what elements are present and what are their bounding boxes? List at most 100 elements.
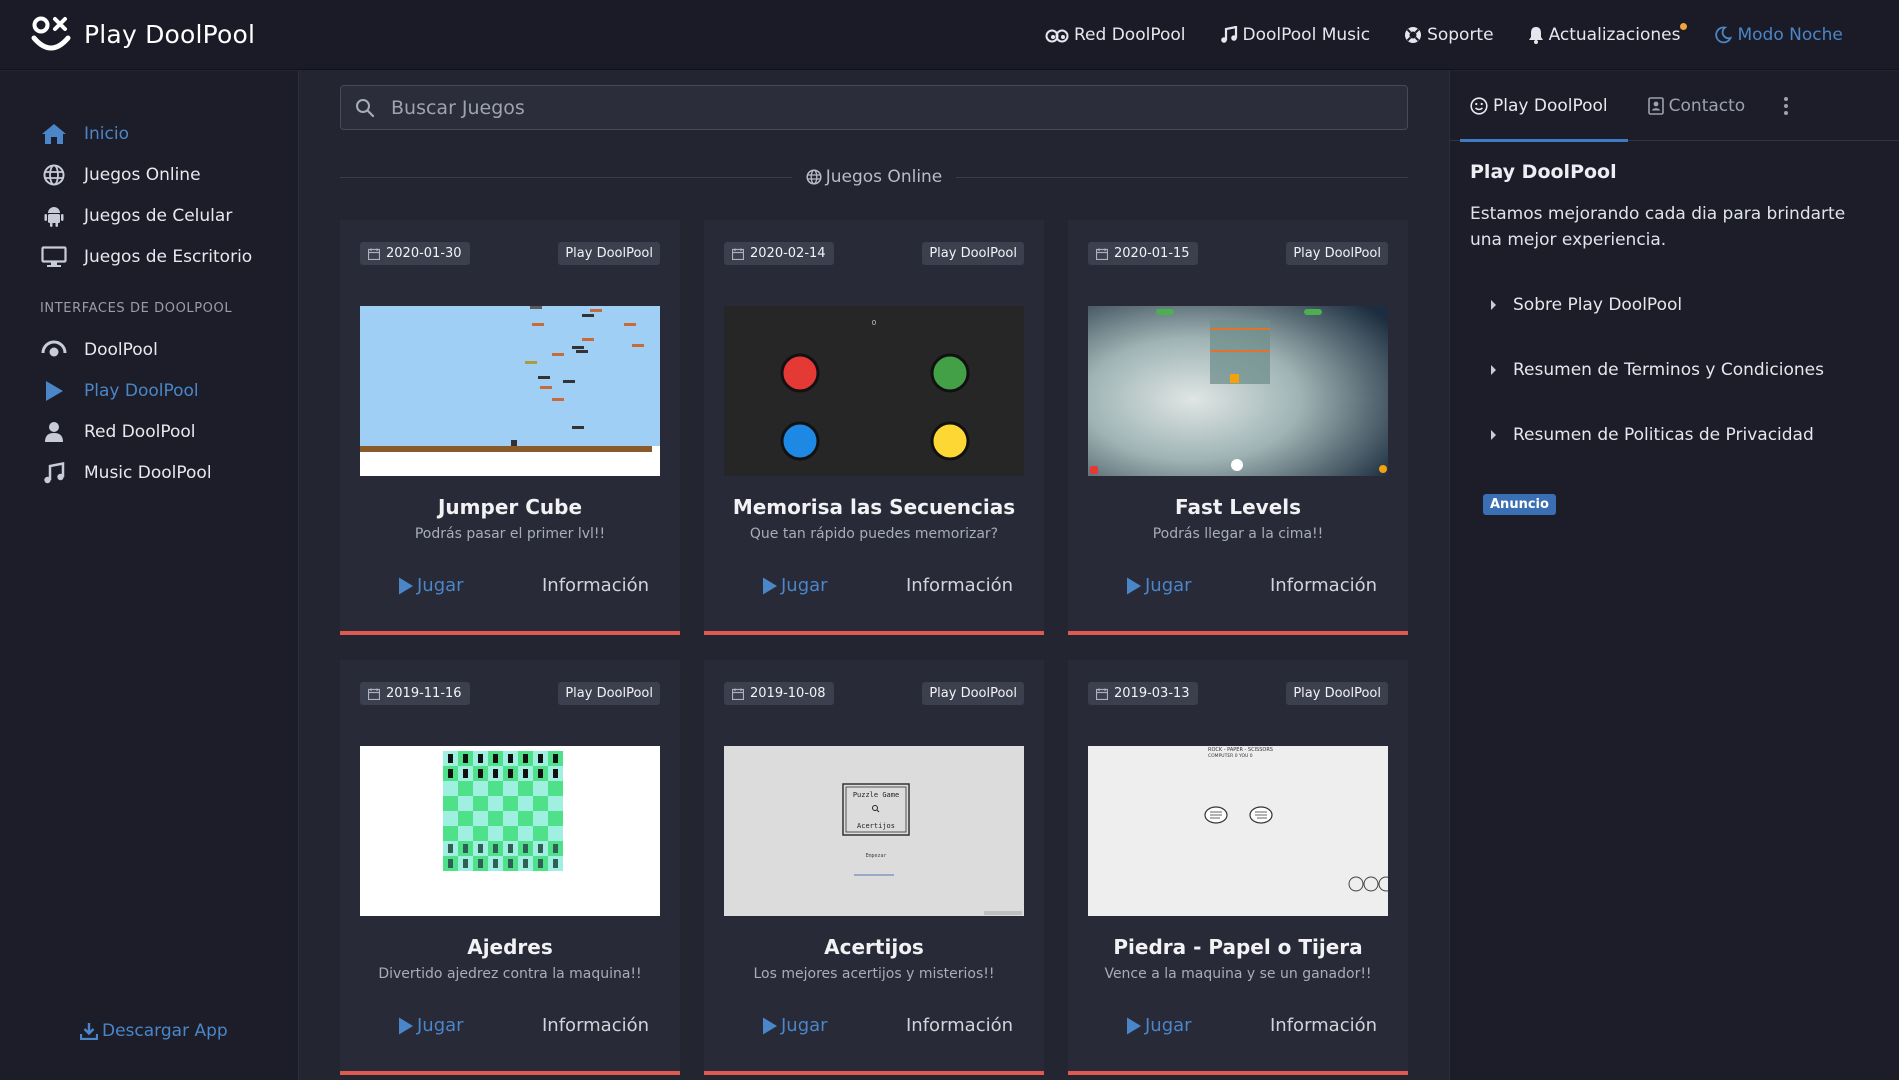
play-icon [40, 378, 68, 404]
game-card: 2020-01-30 Play DoolPool Jumper Cube Pod… [340, 220, 680, 635]
info-button[interactable]: Información [906, 1015, 1013, 1036]
home-icon [40, 121, 68, 147]
game-thumbnail[interactable]: Puzzle Game Acertijos Empezar [724, 746, 1024, 916]
info-button[interactable]: Información [1270, 1015, 1377, 1036]
date-badge: 2020-01-15 [1088, 242, 1198, 265]
play-button[interactable]: Jugar [762, 1015, 828, 1036]
puzzle-title: Puzzle Game [853, 791, 899, 799]
game-description: Los mejores acertijos y misterios!! [753, 966, 995, 982]
brand[interactable]: Play DoolPool [30, 14, 255, 56]
section-title-text: Juegos Online [825, 167, 943, 187]
info-button[interactable]: Información [1270, 575, 1377, 596]
contact-icon [1647, 96, 1664, 115]
topnav-red-doolpool[interactable]: Red DoolPool [1045, 25, 1186, 45]
panel-title: Play DoolPool [1470, 161, 1617, 183]
caret-right-icon [1491, 430, 1496, 440]
topnav-modo-noche[interactable]: Modo Noche [1714, 25, 1843, 45]
sidebar-item-juegos-de-celular[interactable]: Juegos de Celular [0, 195, 298, 236]
topnav-actualizaciones[interactable]: Actualizaciones [1528, 23, 1688, 45]
play-button[interactable]: Jugar [1126, 575, 1192, 596]
play-button[interactable]: Jugar [1126, 1015, 1192, 1036]
play-label: Jugar [417, 575, 464, 596]
game-thumbnail[interactable] [360, 306, 660, 476]
game-title: Jumper Cube [437, 495, 583, 519]
tab-play-doolpool[interactable]: Play DoolPool [1450, 71, 1628, 142]
sidebar-item-music-doolpool[interactable]: Music DoolPool [0, 452, 298, 493]
tab-contacto[interactable]: Contacto [1628, 71, 1766, 141]
music-icon [1220, 26, 1237, 43]
topnav-label: Actualizaciones [1548, 25, 1681, 45]
info-button[interactable]: Información [906, 575, 1013, 596]
date-badge: 2019-10-08 [724, 682, 834, 705]
search-input[interactable] [391, 96, 1351, 119]
date-text: 2020-01-30 [386, 246, 462, 261]
game-title: Piedra - Papel o Tijera [1113, 935, 1363, 959]
caret-right-icon [1491, 365, 1496, 375]
game-card: 2019-10-08 Play DoolPool Puzzle Game Ace… [704, 660, 1044, 1075]
game-thumbnail[interactable] [1088, 306, 1388, 476]
notification-dot [1680, 23, 1688, 30]
game-thumbnail[interactable]: ROCK - PAPER - SCISSORS COMPUTER 0 YOU 0 [1088, 746, 1388, 916]
date-badge: 2020-02-14 [724, 242, 834, 265]
download-icon [80, 1023, 98, 1040]
smile-icon [1470, 96, 1488, 115]
date-badge: 2019-03-13 [1088, 682, 1198, 705]
date-badge: 2020-01-30 [360, 242, 470, 265]
sidebar-item-red-doolpool[interactable]: Red DoolPool [0, 411, 298, 452]
game-thumbnail[interactable] [360, 746, 660, 916]
rps-header: ROCK - PAPER - SCISSORS [1208, 747, 1273, 753]
support-icon [1405, 27, 1422, 43]
publisher-badge: Play DoolPool [922, 242, 1024, 265]
game-thumbnail[interactable]: 0 [724, 306, 1024, 476]
panel-tabs: Play DoolPool Contacto [1450, 71, 1899, 142]
sidebar-item-label: Juegos de Escritorio [84, 246, 253, 267]
game-card: 2020-02-14 Play DoolPool 0 Memorisa las … [704, 220, 1044, 635]
game-description: Podrás pasar el primer lvl!! [414, 526, 606, 542]
accordion-terminos[interactable]: Resumen de Terminos y Condiciones [1490, 360, 1824, 380]
info-button[interactable]: Información [542, 575, 649, 596]
sidebar-section-title: INTERFACES DE DOOLPOOL [40, 301, 233, 316]
download-app-link[interactable]: Descargar App [80, 1021, 228, 1041]
game-title: Ajedres [467, 935, 553, 959]
search-bar [340, 85, 1408, 130]
tab-label: Contacto [1668, 95, 1746, 116]
sidebar-item-play-doolpool[interactable]: Play DoolPool [0, 370, 298, 411]
sidebar-item-inicio[interactable]: Inicio [0, 113, 298, 154]
accordion-label: Sobre Play DoolPool [1513, 295, 1683, 315]
game-card: 2019-03-13 Play DoolPool ROCK - PAPER - … [1068, 660, 1408, 1075]
brand-title: Play DoolPool [84, 20, 256, 49]
right-panel: Play DoolPool Contacto Play DoolPool Est… [1449, 71, 1899, 1080]
info-button[interactable]: Información [542, 1015, 649, 1036]
main-content: Juegos Online 2020-01-30 Play DoolPool [300, 71, 1448, 1080]
date-text: 2019-11-16 [386, 686, 462, 701]
left-sidebar: Inicio Juegos Online Juegos de Celular J… [0, 71, 299, 1080]
play-label: Jugar [1145, 1015, 1192, 1036]
more-options-icon[interactable] [1783, 71, 1789, 141]
sidebar-item-label: DoolPool [84, 339, 158, 360]
play-button[interactable]: Jugar [762, 575, 828, 596]
doolpool-logo-icon [30, 14, 72, 56]
play-icon [1127, 1017, 1141, 1034]
accordion-privacidad[interactable]: Resumen de Politicas de Privacidad [1490, 425, 1814, 445]
publisher-badge: Play DoolPool [922, 682, 1024, 705]
game-description: Vence a la maquina y se un ganador!! [1104, 966, 1372, 982]
android-icon [40, 203, 68, 229]
play-button[interactable]: Jugar [398, 575, 464, 596]
divider [340, 176, 792, 178]
sidebar-item-juegos-de-escritorio[interactable]: Juegos de Escritorio [0, 236, 298, 277]
music-icon [40, 460, 68, 486]
topnav-label: DoolPool Music [1242, 25, 1371, 45]
caret-right-icon [1491, 300, 1496, 310]
accordion-label: Resumen de Politicas de Privacidad [1513, 425, 1814, 445]
topnav-soporte[interactable]: Soporte [1404, 25, 1494, 45]
eye-icon [40, 337, 68, 363]
play-label: Jugar [781, 575, 828, 596]
sidebar-item-juegos-online[interactable]: Juegos Online [0, 154, 298, 195]
puzzle-subtitle: Acertijos [857, 822, 895, 830]
topnav-doolpool-music[interactable]: DoolPool Music [1220, 25, 1371, 45]
play-button[interactable]: Jugar [398, 1015, 464, 1036]
accordion-sobre-play-doolpool[interactable]: Sobre Play DoolPool [1490, 295, 1682, 315]
sidebar-item-doolpool[interactable]: DoolPool [0, 329, 298, 370]
sidebar-item-label: Juegos Online [84, 164, 201, 185]
game-title: Acertijos [824, 935, 924, 959]
